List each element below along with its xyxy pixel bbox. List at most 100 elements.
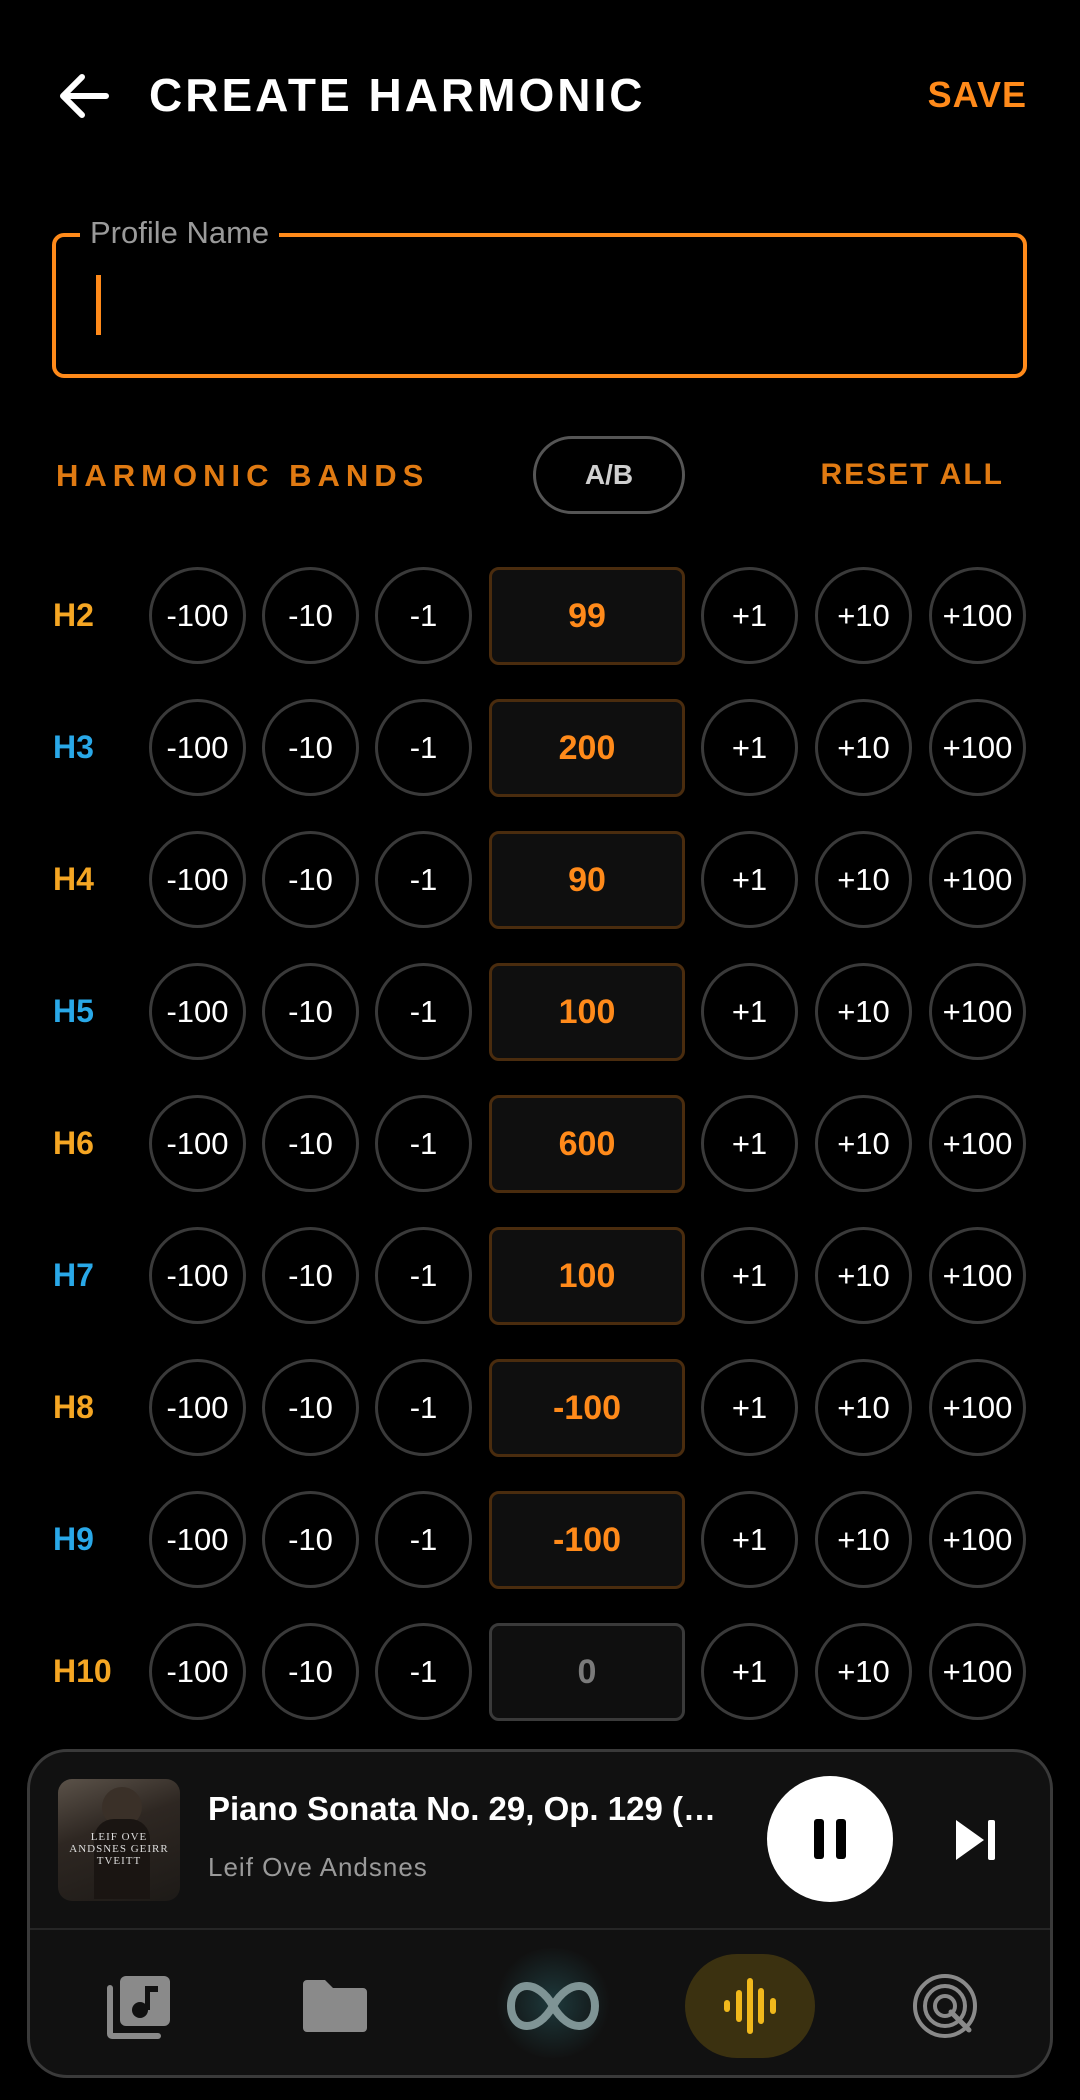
minus-100-button[interactable]: -100 — [149, 1227, 246, 1324]
nav-folders[interactable] — [270, 1954, 400, 2058]
band-row-h5: H5 -100 -10 -1 100 +1 +10 +100 — [0, 961, 1080, 1061]
plus-100-button[interactable]: +100 — [929, 1491, 1026, 1588]
plus-100-button[interactable]: +100 — [929, 1623, 1026, 1720]
music-library-icon — [107, 1976, 170, 2039]
minus-10-button[interactable]: -10 — [262, 1491, 359, 1588]
plus-100-button[interactable]: +100 — [929, 963, 1026, 1060]
band-value[interactable]: 100 — [489, 1227, 685, 1325]
nav-loop[interactable] — [488, 1954, 618, 2058]
minus-100-button[interactable]: -100 — [149, 1491, 246, 1588]
minus-100-button[interactable]: -100 — [149, 567, 246, 664]
band-value[interactable]: 600 — [489, 1095, 685, 1193]
band-value[interactable]: 0 — [489, 1623, 685, 1721]
target-icon — [913, 1974, 977, 2038]
band-label: H9 — [53, 1521, 94, 1557]
now-playing-card: LEIF OVE ANDSNES GEIRR TVEITT Piano Sona… — [27, 1749, 1053, 2078]
minus-1-button[interactable]: -1 — [375, 1095, 472, 1192]
plus-100-button[interactable]: +100 — [929, 699, 1026, 796]
plus-1-button[interactable]: +1 — [701, 699, 798, 796]
text-caret — [96, 275, 101, 335]
minus-100-button[interactable]: -100 — [149, 1359, 246, 1456]
minus-100-button[interactable]: -100 — [149, 1623, 246, 1720]
plus-1-button[interactable]: +1 — [701, 1095, 798, 1192]
minus-10-button[interactable]: -10 — [262, 699, 359, 796]
plus-10-button[interactable]: +10 — [815, 699, 912, 796]
plus-10-button[interactable]: +10 — [815, 1623, 912, 1720]
band-row-h9: H9 -100 -10 -1 -100 +1 +10 +100 — [0, 1489, 1080, 1589]
minus-1-button[interactable]: -1 — [375, 963, 472, 1060]
plus-10-button[interactable]: +10 — [815, 1095, 912, 1192]
minus-1-button[interactable]: -1 — [375, 1359, 472, 1456]
minus-10-button[interactable]: -10 — [262, 1227, 359, 1324]
minus-1-button[interactable]: -1 — [375, 699, 472, 796]
pause-button[interactable] — [767, 1776, 893, 1902]
plus-10-button[interactable]: +10 — [815, 1359, 912, 1456]
nav-library[interactable] — [75, 1954, 205, 2058]
save-button[interactable]: SAVE — [928, 74, 1027, 116]
band-label: H6 — [53, 1125, 94, 1161]
plus-100-button[interactable]: +100 — [929, 1227, 1026, 1324]
plus-10-button[interactable]: +10 — [815, 831, 912, 928]
plus-1-button[interactable]: +1 — [701, 567, 798, 664]
band-value[interactable]: -100 — [489, 1359, 685, 1457]
band-value[interactable]: 90 — [489, 831, 685, 929]
nav-harmonics[interactable] — [685, 1954, 815, 2058]
plus-10-button[interactable]: +10 — [815, 1227, 912, 1324]
plus-1-button[interactable]: +1 — [701, 1623, 798, 1720]
minus-100-button[interactable]: -100 — [149, 699, 246, 796]
minus-100-button[interactable]: -100 — [149, 963, 246, 1060]
minus-1-button[interactable]: -1 — [375, 1623, 472, 1720]
plus-10-button[interactable]: +10 — [815, 963, 912, 1060]
arrow-left-icon[interactable] — [54, 66, 114, 126]
band-value[interactable]: 100 — [489, 963, 685, 1061]
minus-10-button[interactable]: -10 — [262, 831, 359, 928]
profile-name-input[interactable] — [86, 267, 986, 337]
minus-10-button[interactable]: -10 — [262, 567, 359, 664]
waveform-icon — [724, 1978, 776, 2034]
create-harmonic-screen: CREATE HARMONIC SAVE Profile Name HARMON… — [0, 0, 1080, 2100]
harmonic-bands-heading: HARMONIC BANDS — [56, 458, 430, 493]
band-label: H8 — [53, 1389, 94, 1425]
minus-10-button[interactable]: -10 — [262, 963, 359, 1060]
reset-all-button[interactable]: RESET ALL — [820, 458, 1004, 492]
minus-10-button[interactable]: -10 — [262, 1623, 359, 1720]
band-label: H2 — [53, 597, 94, 633]
band-row-h7: H7 -100 -10 -1 100 +1 +10 +100 — [0, 1225, 1080, 1325]
band-row-h6: H6 -100 -10 -1 600 +1 +10 +100 — [0, 1093, 1080, 1193]
minus-1-button[interactable]: -1 — [375, 1491, 472, 1588]
plus-1-button[interactable]: +1 — [701, 963, 798, 1060]
minus-100-button[interactable]: -100 — [149, 1095, 246, 1192]
minus-100-button[interactable]: -100 — [149, 831, 246, 928]
plus-10-button[interactable]: +10 — [815, 1491, 912, 1588]
plus-1-button[interactable]: +1 — [701, 1491, 798, 1588]
minus-10-button[interactable]: -10 — [262, 1359, 359, 1456]
nav-radio[interactable] — [880, 1954, 1010, 2058]
plus-100-button[interactable]: +100 — [929, 567, 1026, 664]
plus-100-button[interactable]: +100 — [929, 831, 1026, 928]
band-label: H5 — [53, 993, 94, 1029]
minus-1-button[interactable]: -1 — [375, 831, 472, 928]
plus-1-button[interactable]: +1 — [701, 1359, 798, 1456]
band-value[interactable]: -100 — [489, 1491, 685, 1589]
plus-1-button[interactable]: +1 — [701, 1227, 798, 1324]
ab-compare-button[interactable]: A/B — [533, 436, 685, 514]
band-label: H4 — [53, 861, 94, 897]
minus-1-button[interactable]: -1 — [375, 1227, 472, 1324]
minus-1-button[interactable]: -1 — [375, 567, 472, 664]
plus-1-button[interactable]: +1 — [701, 831, 798, 928]
plus-10-button[interactable]: +10 — [815, 567, 912, 664]
band-row-h8: H8 -100 -10 -1 -100 +1 +10 +100 — [0, 1357, 1080, 1457]
profile-name-field[interactable]: Profile Name — [52, 215, 1027, 378]
bottom-nav — [30, 1930, 1050, 2075]
minus-10-button[interactable]: -10 — [262, 1095, 359, 1192]
band-value[interactable]: 99 — [489, 567, 685, 665]
infinity-icon — [506, 1981, 600, 2031]
profile-name-label: Profile Name — [80, 215, 280, 251]
band-label: H7 — [53, 1257, 94, 1293]
plus-100-button[interactable]: +100 — [929, 1095, 1026, 1192]
skip-next-icon[interactable] — [950, 1814, 1002, 1866]
band-value[interactable]: 200 — [489, 699, 685, 797]
album-art[interactable]: LEIF OVE ANDSNES GEIRR TVEITT — [58, 1779, 180, 1901]
plus-100-button[interactable]: +100 — [929, 1359, 1026, 1456]
mini-player[interactable]: LEIF OVE ANDSNES GEIRR TVEITT Piano Sona… — [30, 1752, 1050, 1928]
